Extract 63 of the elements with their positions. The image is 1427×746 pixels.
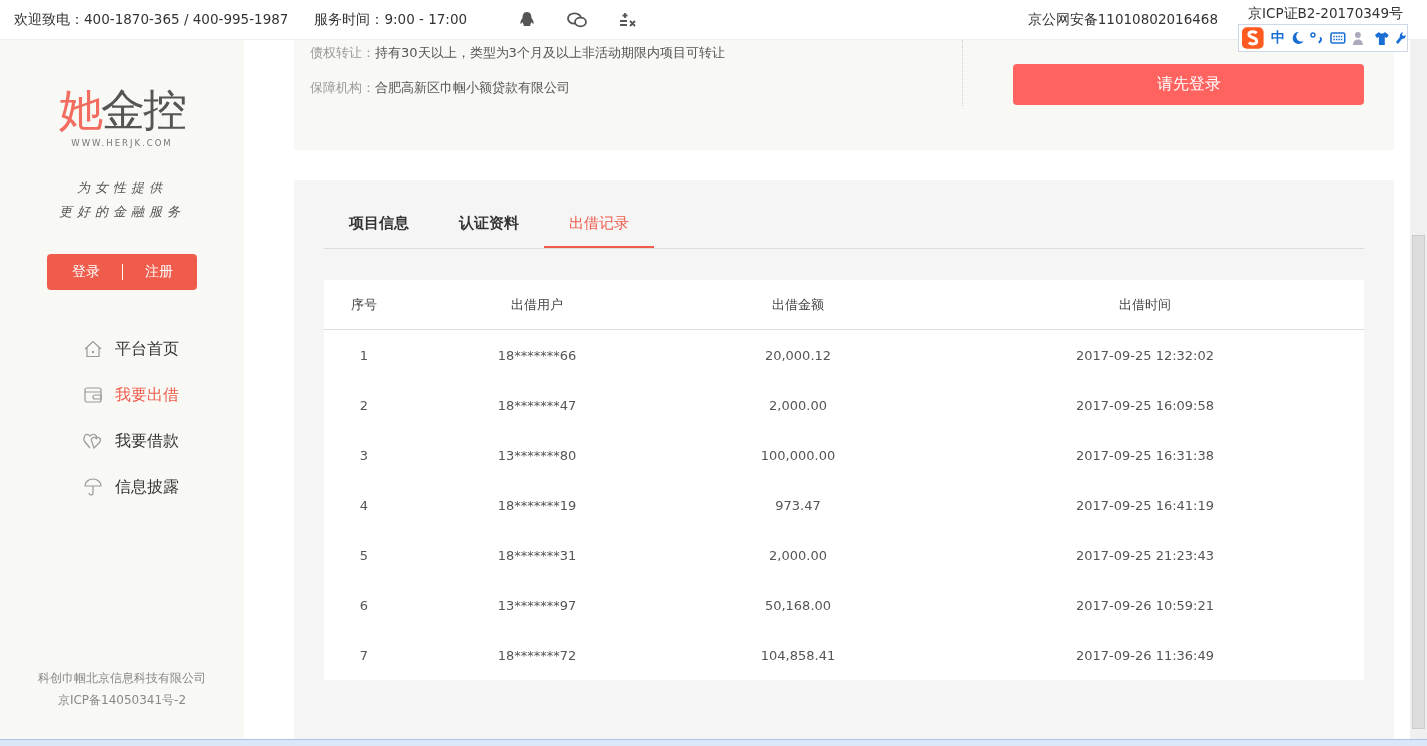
punctuation-icon[interactable] bbox=[1310, 31, 1325, 45]
table-cell-text: 18*******72 bbox=[496, 647, 578, 663]
penguin-icon[interactable] bbox=[519, 10, 536, 29]
table-cell-text: 50,168.00 bbox=[763, 597, 833, 613]
table-cell-text: 20,000.12 bbox=[763, 347, 833, 363]
table-cell-text: 6 bbox=[358, 597, 370, 613]
table-cell-text: 18*******31 bbox=[496, 547, 578, 563]
tab[interactable]: 项目信息 bbox=[324, 200, 434, 248]
slogan-text: 为女性提供 bbox=[76, 179, 168, 197]
info-row-text: 债权转让：持有30天以上，类型为3个月及以上非活动期限内项目可转让 bbox=[310, 44, 726, 62]
table-cell-text: 7 bbox=[358, 647, 370, 663]
ime-mode-toggle[interactable]: 中 bbox=[1270, 29, 1285, 47]
police-record-text: 京公网安备11010802016468 bbox=[1027, 10, 1218, 29]
column-header: 出借金额 bbox=[771, 295, 825, 314]
table-cell-text: 2017-09-25 21:23:43 bbox=[1074, 547, 1216, 563]
table-cell-text: 18*******19 bbox=[496, 497, 578, 513]
table-cell-text: 13*******80 bbox=[496, 447, 578, 463]
table-cell-text: 2017-09-26 11:36:49 bbox=[1074, 647, 1216, 663]
s-logo-icon[interactable] bbox=[1241, 26, 1265, 50]
wallet-icon bbox=[83, 387, 103, 403]
chat-icon[interactable] bbox=[567, 11, 588, 28]
table-cell-text: 18*******66 bbox=[496, 347, 578, 363]
footer-text: 科创巾帼北京信息科技有限公司 bbox=[38, 670, 206, 687]
footer-text: 京ICP备14050341号-2 bbox=[56, 692, 188, 709]
column-header: 序号 bbox=[350, 295, 378, 314]
table-cell-text: 18*******47 bbox=[496, 397, 578, 413]
sidebar-item[interactable]: 平台首页 bbox=[83, 336, 179, 362]
table-cell-text: 2,000.00 bbox=[768, 547, 828, 563]
table-cell-text: 3 bbox=[358, 447, 370, 463]
column-header: 出借时间 bbox=[1118, 295, 1172, 314]
table-cell-text: 2017-09-25 16:09:58 bbox=[1074, 397, 1216, 413]
tab[interactable]: 认证资料 bbox=[434, 200, 544, 248]
table-cell-text: 100,000.00 bbox=[759, 447, 837, 463]
info-row-text: 保障机构：合肥高新区巾帼小额贷款有限公司 bbox=[310, 79, 571, 97]
moon-icon[interactable] bbox=[1290, 31, 1305, 45]
house-icon bbox=[83, 340, 103, 358]
table-cell-text: 2017-09-25 16:31:38 bbox=[1074, 447, 1216, 463]
hotline-text: 欢迎致电：400-1870-365 / 400-995-1987 bbox=[14, 10, 289, 29]
wrench-icon[interactable] bbox=[1395, 31, 1407, 45]
table-cell-text: 4 bbox=[358, 497, 370, 513]
table-cell-text: 104,858.41 bbox=[759, 647, 837, 663]
list-icon[interactable] bbox=[619, 11, 638, 28]
sidebar-item[interactable]: 信息披露 bbox=[83, 474, 179, 500]
table-cell-text: 1 bbox=[358, 347, 370, 363]
hearts-icon bbox=[83, 432, 103, 450]
table-cell-text: 2017-09-25 12:32:02 bbox=[1074, 347, 1216, 363]
column-header: 出借用户 bbox=[510, 295, 564, 314]
table-cell-text: 2,000.00 bbox=[768, 397, 828, 413]
keyboard-icon[interactable] bbox=[1330, 32, 1346, 44]
umbrella-icon bbox=[83, 478, 103, 496]
shirt-icon[interactable] bbox=[1373, 31, 1390, 45]
table-cell-text: 2 bbox=[358, 397, 370, 413]
table-cell-text: 2017-09-26 10:59:21 bbox=[1074, 597, 1216, 613]
scrollbar[interactable] bbox=[1410, 40, 1427, 739]
table-cell-text: 2017-09-25 16:41:19 bbox=[1074, 497, 1216, 513]
table-cell-text: 5 bbox=[358, 547, 370, 563]
logo-url-text: WWW.HERJK.COM bbox=[71, 138, 173, 148]
logo-text[interactable]: 她金控 bbox=[59, 84, 185, 136]
table-cell-text: 13*******97 bbox=[496, 597, 578, 613]
sidebar-item[interactable]: 我要借款 bbox=[83, 428, 179, 454]
slogan-text: 更好的金融服务 bbox=[59, 203, 185, 221]
service-hours-text: 服务时间：9:00 - 17:00 bbox=[314, 10, 468, 29]
table-cell-text: 973.47 bbox=[774, 497, 822, 513]
